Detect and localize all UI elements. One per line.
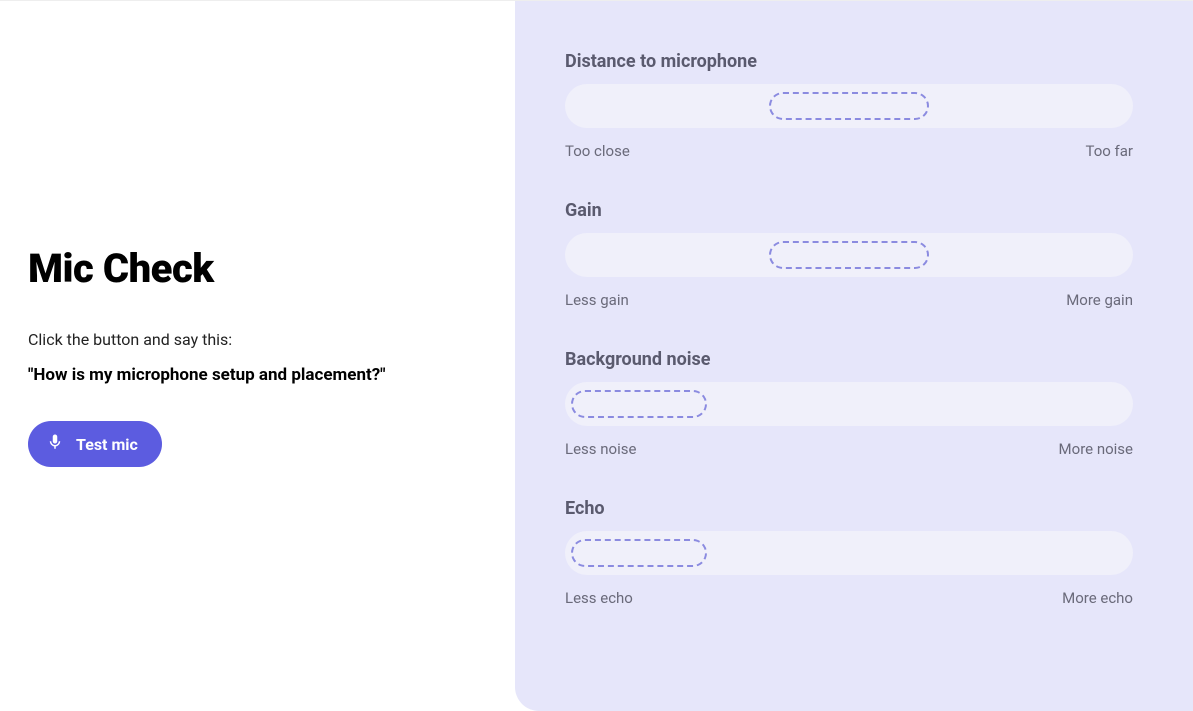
slider-indicator bbox=[769, 241, 928, 269]
slider-track bbox=[565, 382, 1133, 426]
metric-background-noise: Background noise Less noise More noise bbox=[565, 349, 1133, 458]
metric-distance: Distance to microphone Too close Too far bbox=[565, 51, 1133, 160]
slider-label-right: More noise bbox=[1059, 440, 1133, 458]
slider-indicator bbox=[571, 390, 707, 418]
metric-echo: Echo Less echo More echo bbox=[565, 498, 1133, 607]
page-title: Mic Check bbox=[28, 245, 487, 292]
slider-indicator bbox=[571, 539, 707, 567]
metric-title: Echo bbox=[565, 498, 1133, 519]
slider-label-left: Less noise bbox=[565, 440, 636, 458]
metric-title: Background noise bbox=[565, 349, 1133, 370]
slider-label-left: Too close bbox=[565, 142, 630, 160]
left-panel: Mic Check Click the button and say this:… bbox=[0, 1, 515, 711]
test-mic-button-label: Test mic bbox=[76, 435, 138, 454]
test-mic-button[interactable]: Test mic bbox=[28, 421, 162, 467]
slider-track bbox=[565, 531, 1133, 575]
slider-label-left: Less echo bbox=[565, 589, 633, 607]
slider-label-right: More echo bbox=[1062, 589, 1133, 607]
slider-track bbox=[565, 84, 1133, 128]
slider-label-right: Too far bbox=[1085, 142, 1133, 160]
slider-label-right: More gain bbox=[1066, 291, 1133, 309]
slider-indicator bbox=[769, 92, 928, 120]
microphone-icon bbox=[46, 433, 64, 455]
metrics-panel: Distance to microphone Too close Too far… bbox=[515, 1, 1193, 711]
metric-title: Distance to microphone bbox=[565, 51, 1133, 72]
metric-gain: Gain Less gain More gain bbox=[565, 200, 1133, 309]
metric-title: Gain bbox=[565, 200, 1133, 221]
instruction-text: Click the button and say this: bbox=[28, 330, 487, 349]
slider-label-left: Less gain bbox=[565, 291, 629, 309]
script-text: "How is my microphone setup and placemen… bbox=[28, 365, 487, 385]
slider-track bbox=[565, 233, 1133, 277]
